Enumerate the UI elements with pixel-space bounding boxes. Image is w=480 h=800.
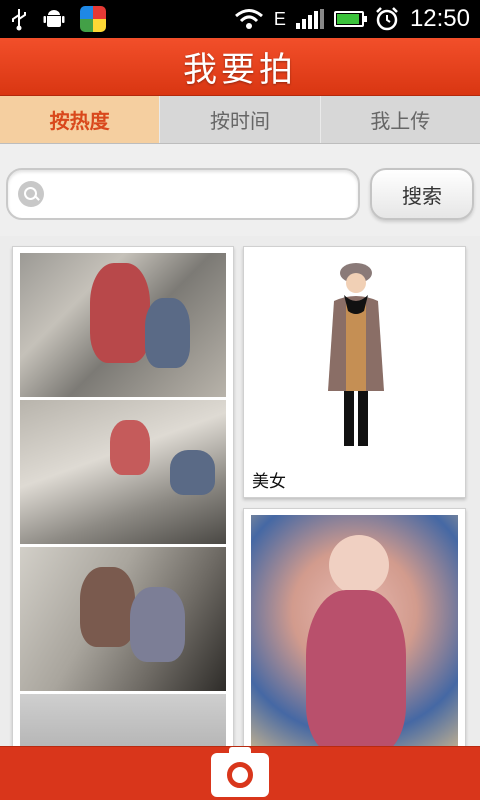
bottom-bar: [0, 746, 480, 800]
title-bar: 我要拍: [0, 38, 480, 96]
android-icon: [43, 10, 65, 27]
tab-by-popularity[interactable]: 按热度: [0, 96, 161, 143]
usb-icon: [12, 9, 26, 31]
feed-card[interactable]: [243, 508, 466, 746]
feed-photo[interactable]: [20, 547, 226, 691]
network-type-label: E: [273, 8, 286, 29]
page-title: 我要拍: [183, 50, 297, 90]
battery-icon: [333, 11, 367, 27]
app-icon: [80, 6, 106, 32]
feed-photo[interactable]: [20, 253, 226, 397]
tab-bar: 按热度 按时间 我上传: [0, 96, 480, 144]
feed-card[interactable]: [12, 246, 234, 746]
search-icon: [18, 181, 44, 207]
clock: 12:50: [409, 5, 470, 32]
photo-feed[interactable]: 美女: [0, 236, 480, 746]
status-bar: E 12:50: [0, 0, 480, 38]
feed-photo[interactable]: [306, 261, 406, 451]
search-row: 搜索: [0, 144, 480, 236]
search-input[interactable]: [52, 178, 352, 210]
tab-by-time[interactable]: 按时间: [160, 96, 321, 143]
feed-photo[interactable]: [20, 400, 226, 544]
search-box[interactable]: [6, 168, 360, 220]
search-button[interactable]: 搜索: [370, 168, 474, 220]
camera-icon[interactable]: [211, 747, 269, 797]
alarm-icon: [376, 7, 398, 31]
feed-caption: 美女: [252, 472, 286, 492]
tab-my-uploads[interactable]: 我上传: [321, 96, 480, 143]
feed-photo[interactable]: [251, 515, 458, 746]
feed-card[interactable]: 美女: [243, 246, 466, 498]
feed-photo[interactable]: [20, 694, 226, 746]
signal-icon: [295, 9, 324, 29]
wifi-icon: [234, 9, 263, 29]
